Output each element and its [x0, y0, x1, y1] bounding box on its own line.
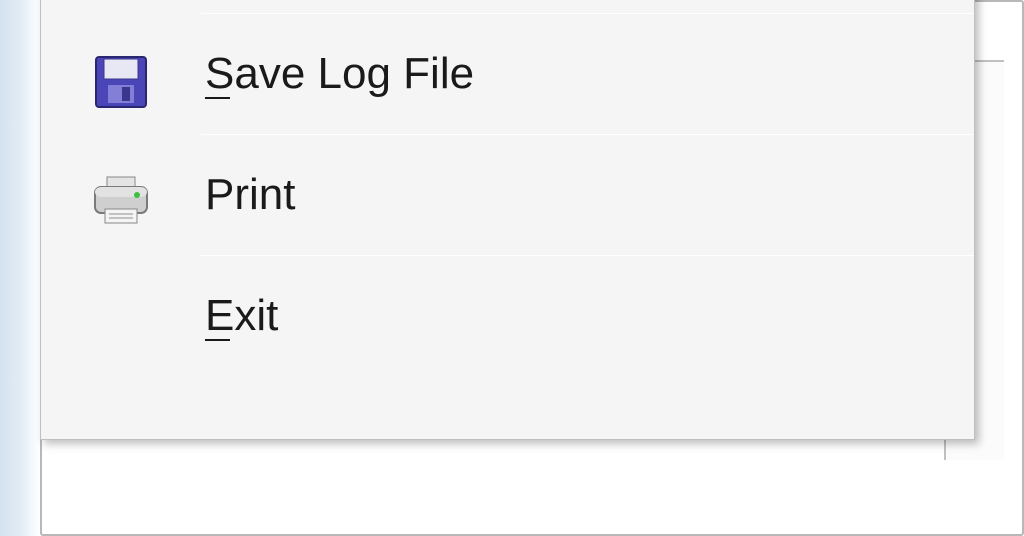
printer-icon	[41, 163, 201, 283]
window-frame: × Save Log File Print Exit	[0, 0, 1024, 536]
file-menu-dropdown: × Save Log File Print Exit	[40, 0, 975, 440]
floppy-disk-icon	[41, 43, 201, 163]
menu-item-label: Print	[205, 170, 295, 220]
mnemonic-underline: E	[205, 291, 234, 340]
menu-label-column: × Save Log File Print Exit	[201, 0, 974, 439]
menu-item-save-log-file[interactable]: Save Log File	[201, 14, 974, 134]
menu-item-label: Save Log File	[205, 49, 474, 99]
menu-item-label: Exit	[205, 291, 278, 341]
exit-icon-placeholder	[41, 283, 201, 403]
mnemonic-underline: S	[205, 49, 234, 98]
menu-item-print[interactable]: Print	[201, 135, 974, 255]
menu-icon-column	[41, 0, 201, 439]
menu-item-exit[interactable]: Exit	[201, 256, 974, 376]
